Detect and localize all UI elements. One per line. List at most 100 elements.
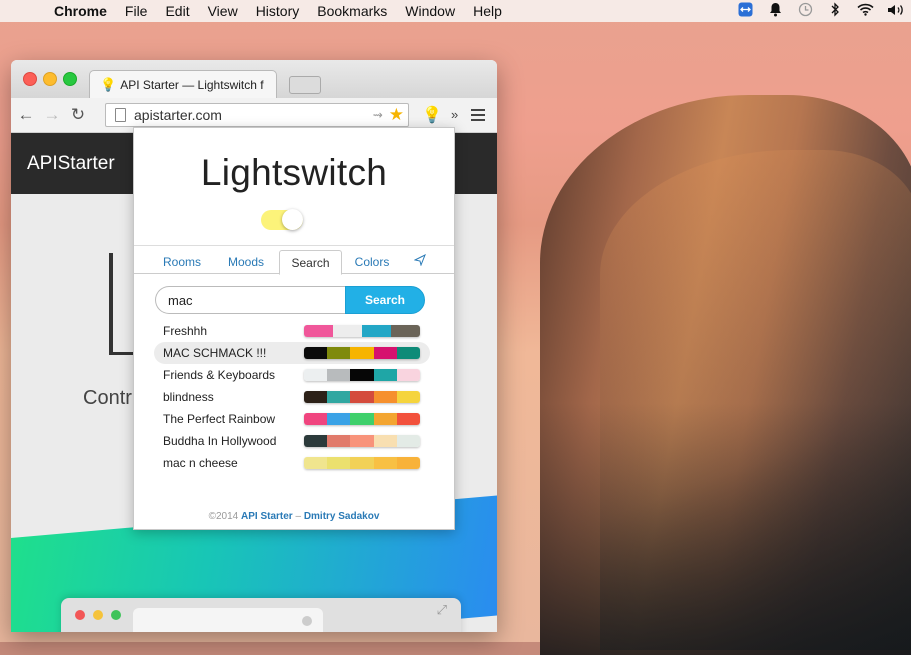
color-swatch — [304, 369, 328, 381]
page-body-text: Contr — [83, 387, 132, 409]
result-row[interactable]: Freshhh — [154, 320, 430, 342]
window-minimize-button[interactable] — [43, 72, 57, 86]
lightswitch-popup: Lightswitch Rooms Moods Search Colors Se… — [133, 127, 455, 530]
color-swatch — [396, 347, 420, 359]
menu-history[interactable]: History — [256, 3, 300, 19]
color-swatch — [373, 369, 397, 381]
color-swatch — [396, 391, 420, 403]
color-swatch — [333, 325, 362, 337]
color-swatch — [304, 435, 328, 447]
new-tab-button[interactable] — [289, 76, 321, 94]
teamviewer-icon[interactable] — [737, 2, 753, 20]
tab-rooms[interactable]: Rooms — [152, 250, 212, 275]
color-swatch — [350, 391, 374, 403]
footer-link-api-starter[interactable]: API Starter — [241, 511, 293, 522]
illustration-dot — [75, 610, 85, 620]
lightbulb-favicon-icon: 💡 — [100, 76, 117, 92]
result-row[interactable]: Friends & Keyboards — [154, 364, 430, 386]
volume-icon[interactable] — [887, 3, 903, 20]
result-name: MAC SCHMACK !!! — [163, 346, 267, 360]
color-swatch — [327, 347, 351, 359]
result-row[interactable]: The Perfect Rainbow — [154, 408, 430, 430]
color-swatch — [373, 435, 397, 447]
color-palette — [304, 369, 420, 381]
color-palette — [304, 435, 420, 447]
page-illustration-window: ⤢ — [61, 598, 461, 632]
tab-colors[interactable]: Colors — [344, 250, 400, 275]
color-swatch — [327, 435, 351, 447]
wifi-icon[interactable] — [857, 3, 874, 19]
color-swatch — [304, 391, 328, 403]
color-swatch — [373, 457, 397, 469]
result-name: Freshhh — [163, 324, 208, 338]
result-row[interactable]: blindness — [154, 386, 430, 408]
footer-separator: – — [295, 511, 302, 522]
popup-title: Lightswitch — [200, 152, 388, 193]
chrome-menu-icon[interactable] — [471, 106, 485, 124]
color-swatch — [396, 435, 420, 447]
color-swatch — [350, 347, 374, 359]
menu-edit[interactable]: Edit — [165, 3, 189, 19]
search-button[interactable]: Search — [345, 286, 425, 314]
color-swatch — [350, 369, 374, 381]
share-icon[interactable]: ⇝ — [373, 108, 383, 122]
tab-moods[interactable]: Moods — [216, 250, 276, 275]
bookmark-star-icon[interactable]: ★ — [389, 105, 404, 125]
menu-file[interactable]: File — [125, 3, 148, 19]
illustration-dot — [93, 610, 103, 620]
search-input[interactable] — [155, 286, 349, 314]
color-swatch — [373, 391, 397, 403]
illustration-dot — [111, 610, 121, 620]
page-icon — [115, 108, 126, 122]
address-bar-url[interactable]: apistarter.com — [134, 107, 373, 123]
color-swatch — [373, 347, 397, 359]
window-close-button[interactable] — [23, 72, 37, 86]
menu-help[interactable]: Help — [473, 3, 502, 19]
back-arrow-icon[interactable]: ← — [15, 105, 37, 125]
reload-icon[interactable]: ↻ — [67, 105, 89, 125]
color-palette — [304, 457, 420, 469]
forward-arrow-icon[interactable]: → — [41, 105, 63, 125]
tab-share[interactable] — [408, 250, 432, 275]
color-swatch — [396, 413, 420, 425]
wallpaper-mountain-highlight — [600, 150, 911, 650]
tab-search[interactable]: Search — [279, 250, 342, 275]
footer-link-author[interactable]: Dmitry Sadakov — [304, 511, 380, 522]
site-logo-text[interactable]: APIStarter — [27, 153, 115, 175]
result-name: Friends & Keyboards — [163, 368, 276, 382]
result-row[interactable]: mac n cheese — [154, 452, 430, 474]
popup-tabs: Rooms Moods Search Colors — [134, 245, 454, 275]
notification-bell-icon[interactable] — [767, 2, 783, 20]
menu-view[interactable]: View — [208, 3, 238, 19]
result-row[interactable]: MAC SCHMACK !!! — [154, 342, 430, 364]
color-palette — [304, 413, 420, 425]
address-bar[interactable]: apistarter.com ⇝ ★ — [105, 103, 409, 127]
menu-bookmarks[interactable]: Bookmarks — [317, 3, 387, 19]
color-swatch — [327, 369, 351, 381]
results-list: Freshhh MAC SCHMACK !!! Friends & Keyboard… — [154, 320, 430, 474]
extensions-overflow-icon[interactable]: » — [451, 107, 458, 122]
color-palette — [304, 391, 420, 403]
result-name: blindness — [163, 390, 214, 404]
result-row[interactable]: Buddha In Hollywood — [154, 430, 430, 452]
color-swatch — [304, 347, 328, 359]
bluetooth-icon[interactable] — [827, 2, 843, 20]
time-machine-icon[interactable] — [797, 2, 813, 20]
color-swatch — [327, 457, 351, 469]
footer-copyright: ©2014 — [208, 511, 239, 522]
menu-bar: Chrome File Edit View History Bookmarks … — [0, 0, 911, 22]
power-toggle[interactable] — [261, 209, 303, 230]
window-zoom-button[interactable] — [63, 72, 77, 86]
color-swatch — [304, 325, 333, 337]
send-icon — [413, 253, 426, 269]
lightswitch-extension-icon[interactable]: 💡 — [422, 105, 442, 125]
menu-bar-tray — [737, 0, 903, 22]
color-swatch — [350, 413, 374, 425]
menu-window[interactable]: Window — [405, 3, 455, 19]
browser-titlebar: 💡 API Starter — Lightswitch f — [11, 60, 497, 98]
menu-app-name[interactable]: Chrome — [54, 3, 107, 19]
color-swatch — [350, 435, 374, 447]
page-decoration — [109, 253, 113, 355]
browser-tab[interactable]: 💡 API Starter — Lightswitch f — [89, 70, 277, 98]
color-swatch — [350, 457, 374, 469]
